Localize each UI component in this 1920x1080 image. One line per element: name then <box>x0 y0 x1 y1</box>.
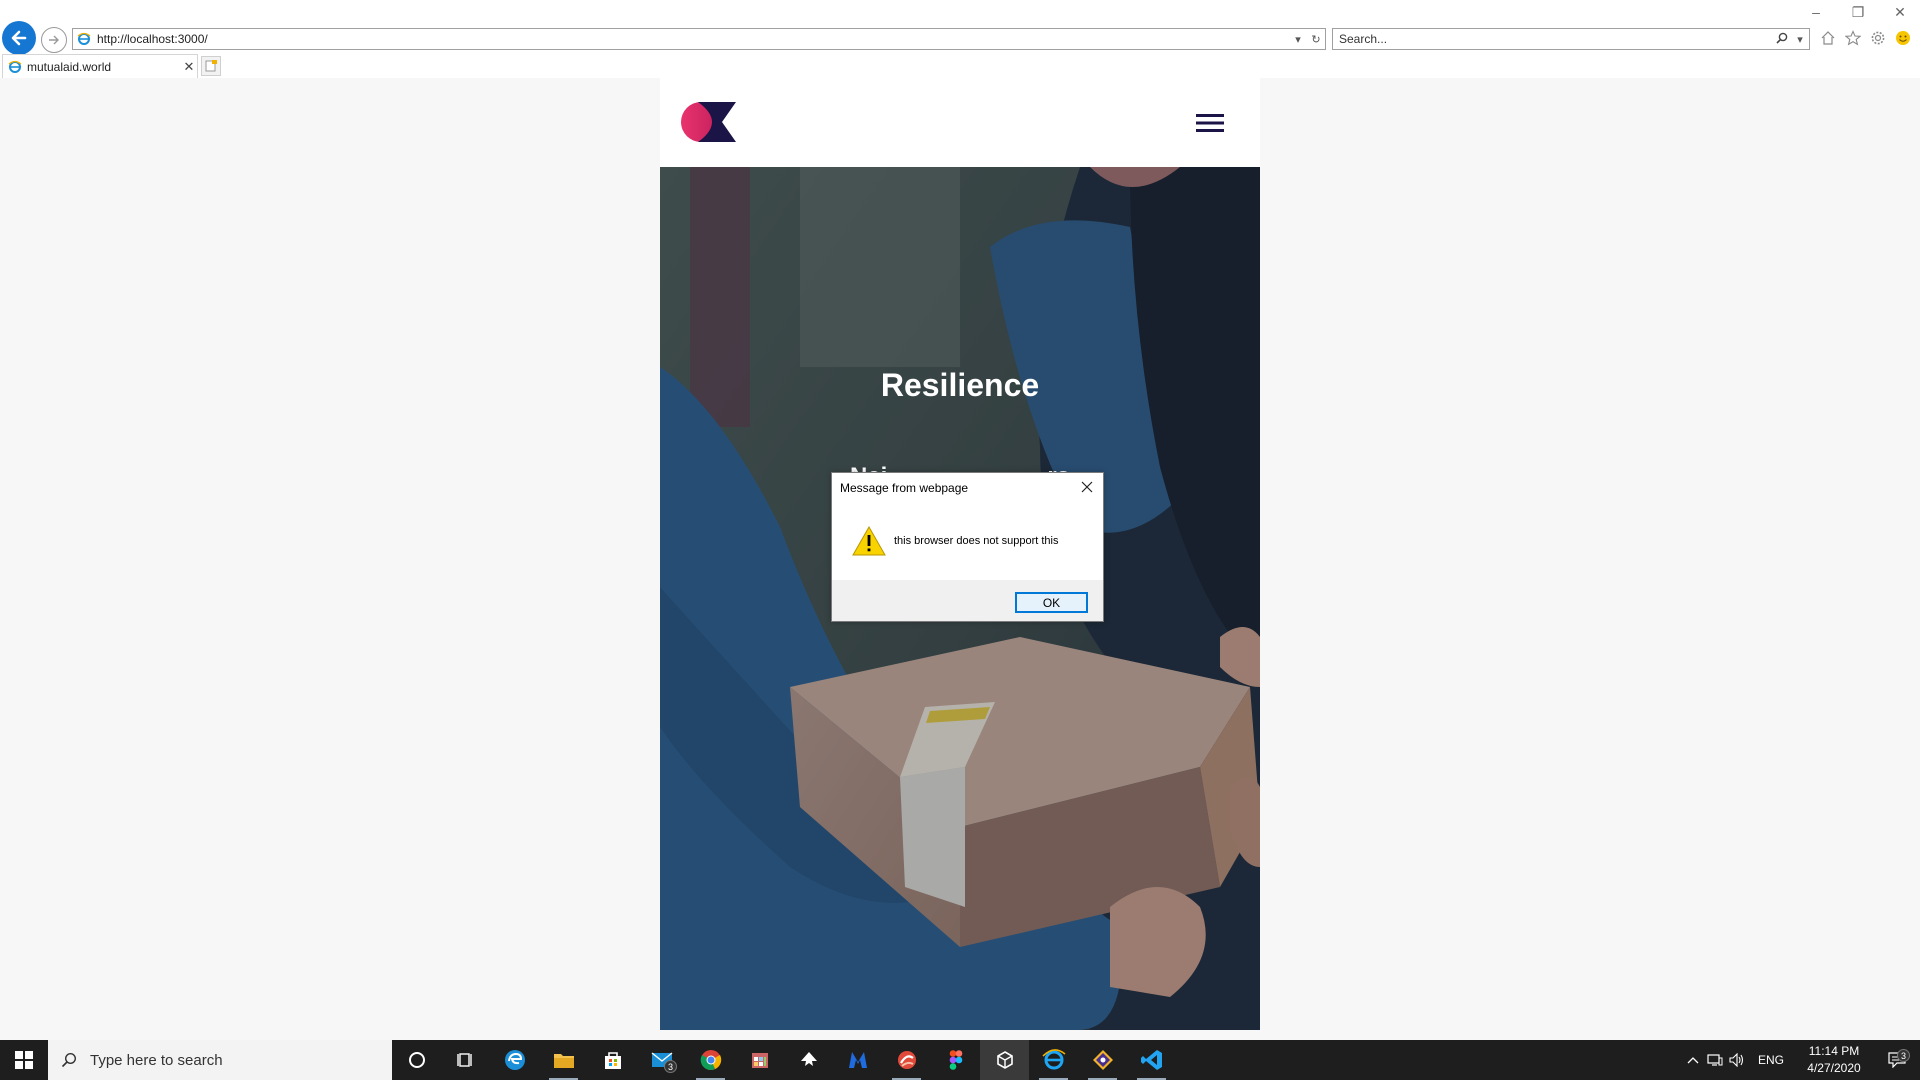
refresh-icon[interactable]: ↻ <box>1307 33 1325 46</box>
taskbar-mail[interactable]: 3 <box>637 1040 686 1080</box>
home-icon[interactable] <box>1818 28 1837 47</box>
task-view-icon <box>456 1053 472 1067</box>
taskbar-git-app[interactable] <box>1078 1040 1127 1080</box>
close-tab-icon[interactable]: ✕ <box>181 59 197 75</box>
task-view-button[interactable] <box>441 1040 490 1080</box>
taskbar-chrome[interactable] <box>686 1040 735 1080</box>
arrow-right-icon <box>49 35 59 45</box>
taskbar-search-placeholder[interactable]: Type here to search <box>90 1052 223 1069</box>
clock-time: 11:14 PM <box>1808 1044 1860 1058</box>
dialog-message: this browser does not support this <box>894 535 1059 547</box>
store-bag-icon <box>604 1052 621 1069</box>
taskbar-vscode[interactable] <box>1127 1040 1176 1080</box>
chrome-icon <box>700 1050 721 1070</box>
taskbar-edge[interactable] <box>490 1040 539 1080</box>
taskbar-app-calendar[interactable] <box>735 1040 784 1080</box>
figma-icon <box>949 1050 962 1070</box>
mutualaid-logo[interactable] <box>680 101 736 143</box>
ie-tab-icon <box>8 60 22 73</box>
app-swirl-icon <box>897 1051 916 1069</box>
search-icon[interactable] <box>1773 32 1791 47</box>
search-icon <box>48 1052 90 1068</box>
forward-button[interactable] <box>41 27 67 53</box>
cortana-circle-icon <box>408 1052 425 1068</box>
ie-page-icon <box>77 32 91 45</box>
browser-toolbar-right <box>1818 28 1912 47</box>
ok-button[interactable]: OK <box>1015 592 1088 613</box>
search-box[interactable]: Search... ▾ <box>1332 28 1810 50</box>
notification-badge: 3 <box>1897 1049 1910 1062</box>
clock-date: 4/27/2020 <box>1807 1061 1861 1075</box>
taskbar-app-red[interactable] <box>882 1040 931 1080</box>
feedback-smiley-icon[interactable] <box>1893 28 1912 47</box>
taskbar-apps: 3 <box>392 1040 1176 1080</box>
dialog-close-button[interactable] <box>1077 477 1097 497</box>
app-grid-icon <box>751 1053 768 1068</box>
malwarebytes-icon <box>848 1052 867 1068</box>
unity-icon <box>996 1051 1013 1069</box>
taskbar-internet-explorer[interactable] <box>1029 1040 1078 1080</box>
alert-dialog: Message from webpage this browser does n… <box>831 472 1104 622</box>
arrow-left-icon <box>11 30 27 46</box>
internet-explorer-icon <box>1041 1049 1066 1070</box>
language-indicator[interactable]: ENG <box>1748 1053 1794 1067</box>
taskbar-unity[interactable] <box>980 1040 1029 1080</box>
search-dropdown-icon[interactable]: ▾ <box>1791 33 1809 46</box>
new-tab-icon <box>205 60 217 72</box>
restore-button[interactable]: ❐ <box>1846 4 1870 21</box>
action-center-button[interactable]: 3 <box>1874 1049 1920 1068</box>
browser-chrome: http://localhost:3000/ ▾ ↻ Search... ▾ –… <box>0 0 1920 78</box>
inkscape-icon <box>800 1052 817 1066</box>
browser-tab[interactable]: mutualaid.world ✕ <box>2 54 198 78</box>
favorites-star-icon[interactable] <box>1843 28 1862 47</box>
taskbar-inkscape[interactable] <box>784 1040 833 1080</box>
system-tray: ENG 11:14 PM 4/27/2020 3 <box>1682 1040 1920 1080</box>
tray-expand-chevron-icon[interactable] <box>1682 1055 1704 1065</box>
minimize-button[interactable]: – <box>1804 4 1828 21</box>
search-placeholder[interactable]: Search... <box>1333 32 1773 46</box>
taskbar-search[interactable]: Type here to search <box>48 1040 392 1080</box>
windows-logo-icon <box>15 1051 33 1069</box>
url-text[interactable]: http://localhost:3000/ <box>97 32 1289 46</box>
site-header <box>660 78 1260 167</box>
vscode-icon <box>1140 1050 1162 1070</box>
window-controls: – ❐ ✕ <box>1804 4 1912 21</box>
start-button[interactable] <box>0 1040 48 1080</box>
clock[interactable]: 11:14 PM 4/27/2020 <box>1794 1043 1874 1077</box>
git-diamond-icon <box>1092 1050 1113 1070</box>
taskbar-file-explorer[interactable] <box>539 1040 588 1080</box>
taskbar-figma[interactable] <box>931 1040 980 1080</box>
taskbar: Type here to search 3 ENG 11:14 PM 4/27/… <box>0 1040 1920 1080</box>
dialog-title: Message from webpage <box>840 481 969 495</box>
hamburger-menu-icon[interactable] <box>1196 111 1224 135</box>
tab-title: mutualaid.world <box>27 59 112 74</box>
settings-gear-icon[interactable] <box>1868 28 1887 47</box>
close-icon <box>1081 481 1093 493</box>
folder-icon <box>553 1054 574 1068</box>
address-bar[interactable]: http://localhost:3000/ ▾ ↻ <box>72 28 1326 50</box>
edge-icon <box>504 1050 525 1070</box>
back-button[interactable] <box>2 21 36 55</box>
address-dropdown-icon[interactable]: ▾ <box>1289 33 1307 46</box>
mail-badge: 3 <box>664 1060 677 1073</box>
close-window-button[interactable]: ✕ <box>1888 4 1912 21</box>
cortana-button[interactable] <box>392 1040 441 1080</box>
taskbar-store[interactable] <box>588 1040 637 1080</box>
hero-title: Resilience <box>880 367 1040 403</box>
network-icon[interactable] <box>1704 1053 1726 1067</box>
new-tab-button[interactable] <box>201 56 221 76</box>
volume-icon[interactable] <box>1726 1053 1748 1067</box>
warning-icon <box>852 525 886 556</box>
taskbar-malwarebytes[interactable] <box>833 1040 882 1080</box>
